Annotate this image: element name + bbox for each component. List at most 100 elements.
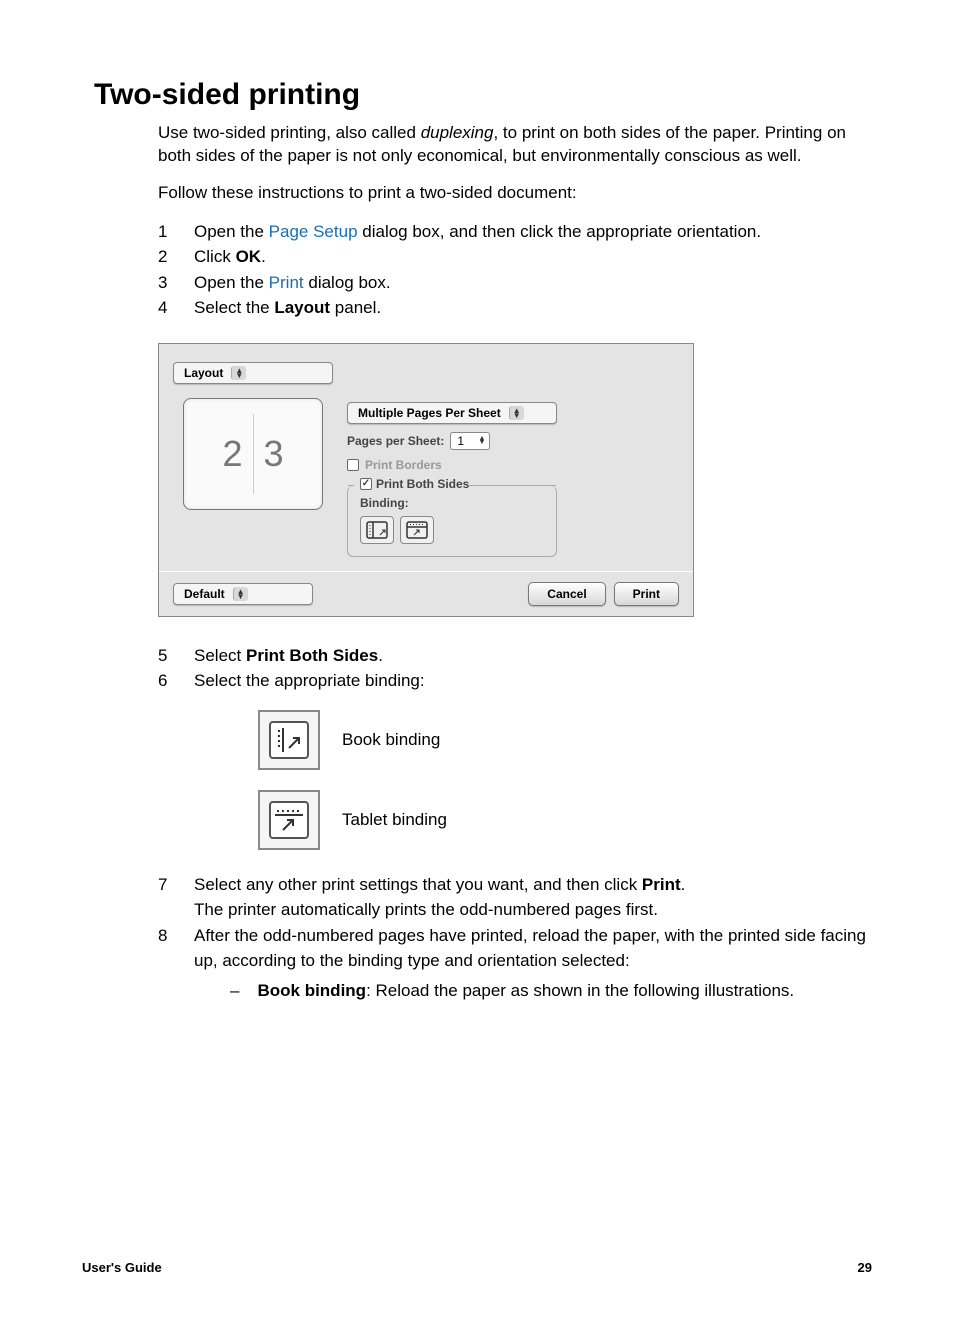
text: Select any other print settings that you…: [194, 875, 642, 894]
chevron-updown-icon: ▲▼: [478, 437, 485, 445]
bold-text: OK: [236, 247, 262, 266]
cancel-button[interactable]: Cancel: [528, 582, 605, 606]
text: Select the appropriate binding:: [194, 671, 425, 690]
step-content: Select any other print settings that you…: [194, 872, 872, 923]
step-number: 4: [158, 295, 194, 321]
text: Select: [194, 646, 246, 665]
panel-select[interactable]: Layout ▲▼: [173, 362, 333, 384]
step-item: 2Click OK.: [158, 244, 872, 270]
text: Open the: [194, 222, 269, 241]
intro-italic: duplexing: [421, 123, 494, 142]
layout-dialog: Layout ▲▼ 2 3 Multiple Pages Per: [158, 343, 694, 617]
step-number: 5: [158, 643, 194, 669]
step-content: Open the Page Setup dialog box, and then…: [194, 219, 872, 245]
text: .: [378, 646, 383, 665]
step-item: 8After the odd-numbered pages have print…: [158, 923, 872, 1004]
preset-select[interactable]: Default ▲▼: [173, 583, 313, 605]
binding-options-table: Book binding Tablet binding: [258, 710, 872, 850]
text: .: [261, 247, 266, 266]
book-binding-icon: [366, 521, 388, 539]
mode-select[interactable]: Multiple Pages Per Sheet ▲▼: [347, 402, 557, 424]
text: Click: [194, 247, 236, 266]
step-item: 5Select Print Both Sides.: [158, 643, 872, 669]
bold-text: Book binding: [257, 981, 366, 1000]
steps-list-2: 5Select Print Both Sides.6Select the app…: [158, 643, 872, 694]
step-number: 2: [158, 244, 194, 270]
footer-left: User's Guide: [82, 1260, 162, 1275]
page-title: Two-sided printing: [94, 78, 872, 112]
print-both-sides-group: Print Both Sides Binding:: [347, 486, 557, 557]
step-content: Select the appropriate binding:: [194, 668, 872, 694]
step-item: 3Open the Print dialog box.: [158, 270, 872, 296]
dash: –: [230, 978, 239, 1004]
pages-per-sheet-value: 1: [457, 434, 464, 448]
step-number: 6: [158, 668, 194, 694]
dialog-divider: [159, 571, 693, 572]
book-binding-button[interactable]: [360, 516, 394, 544]
bold-text: Layout: [274, 298, 330, 317]
print-button[interactable]: Print: [614, 582, 679, 606]
tablet-binding-icon-box: [258, 790, 320, 850]
step-after-text: The printer automatically prints the odd…: [194, 897, 872, 923]
preset-select-label: Default: [184, 587, 225, 601]
print-borders-checkbox[interactable]: [347, 459, 359, 471]
step-item: 7Select any other print settings that yo…: [158, 872, 872, 923]
step-content: Select Print Both Sides.: [194, 643, 872, 669]
chevron-updown-icon: ▲▼: [231, 366, 246, 380]
steps-list-1: 1Open the Page Setup dialog box, and the…: [158, 219, 872, 321]
text: Select the: [194, 298, 274, 317]
step-content: Open the Print dialog box.: [194, 270, 872, 296]
instructions-lead: Follow these instructions to print a two…: [158, 182, 872, 205]
binding-option-label: Tablet binding: [342, 810, 447, 830]
preview-divider: [253, 414, 254, 494]
layout-preview: 2 3: [183, 398, 323, 510]
text: : Reload the paper as shown in the follo…: [366, 981, 794, 1000]
link-text: Page Setup: [269, 222, 358, 241]
step-number: 7: [158, 872, 194, 898]
tablet-binding-icon: [406, 521, 428, 539]
link-text: Print: [269, 273, 304, 292]
steps-list-3: 7Select any other print settings that yo…: [158, 872, 872, 1004]
text: Open the: [194, 273, 269, 292]
text: After the odd-numbered pages have printe…: [194, 926, 866, 971]
preview-page-a: 2: [222, 433, 242, 475]
text: dialog box.: [304, 273, 391, 292]
binding-option-row: Book binding: [258, 710, 872, 770]
book-binding-icon: [269, 721, 309, 759]
sub-content: Book binding: Reload the paper as shown …: [257, 978, 794, 1004]
footer-page-number: 29: [858, 1260, 872, 1275]
step-item: 6Select the appropriate binding:: [158, 668, 872, 694]
tablet-binding-icon: [269, 801, 309, 839]
preview-page-b: 3: [264, 433, 284, 475]
step-content: Click OK.: [194, 244, 872, 270]
step-number: 3: [158, 270, 194, 296]
text: panel.: [330, 298, 381, 317]
step-content: Select the Layout panel.: [194, 295, 872, 321]
print-both-sides-checkbox[interactable]: [360, 478, 372, 490]
pages-per-sheet-row: Pages per Sheet: 1 ▲▼: [347, 432, 557, 450]
text: .: [681, 875, 686, 894]
chevron-updown-icon: ▲▼: [509, 406, 524, 420]
pages-per-sheet-label: Pages per Sheet:: [347, 434, 444, 448]
bold-text: Print Both Sides: [246, 646, 378, 665]
pages-per-sheet-select[interactable]: 1 ▲▼: [450, 432, 490, 450]
print-borders-row[interactable]: Print Borders: [347, 458, 557, 472]
intro-paragraph: Use two-sided printing, also called dupl…: [158, 122, 872, 168]
binding-label: Binding:: [360, 496, 544, 510]
binding-option-label: Book binding: [342, 730, 440, 750]
step-item: 4Select the Layout panel.: [158, 295, 872, 321]
tablet-binding-button[interactable]: [400, 516, 434, 544]
step-number: 8: [158, 923, 194, 949]
mode-select-label: Multiple Pages Per Sheet: [358, 406, 501, 420]
book-binding-icon-box: [258, 710, 320, 770]
step-item: 1Open the Page Setup dialog box, and the…: [158, 219, 872, 245]
intro-prefix: Use two-sided printing, also called: [158, 123, 421, 142]
panel-select-label: Layout: [184, 366, 223, 380]
print-borders-label: Print Borders: [365, 458, 442, 472]
chevron-updown-icon: ▲▼: [233, 587, 248, 601]
print-both-sides-label: Print Both Sides: [376, 477, 469, 491]
text: dialog box, and then click the appropria…: [358, 222, 762, 241]
binding-option-row: Tablet binding: [258, 790, 872, 850]
bold-text: Print: [642, 875, 681, 894]
step-number: 1: [158, 219, 194, 245]
